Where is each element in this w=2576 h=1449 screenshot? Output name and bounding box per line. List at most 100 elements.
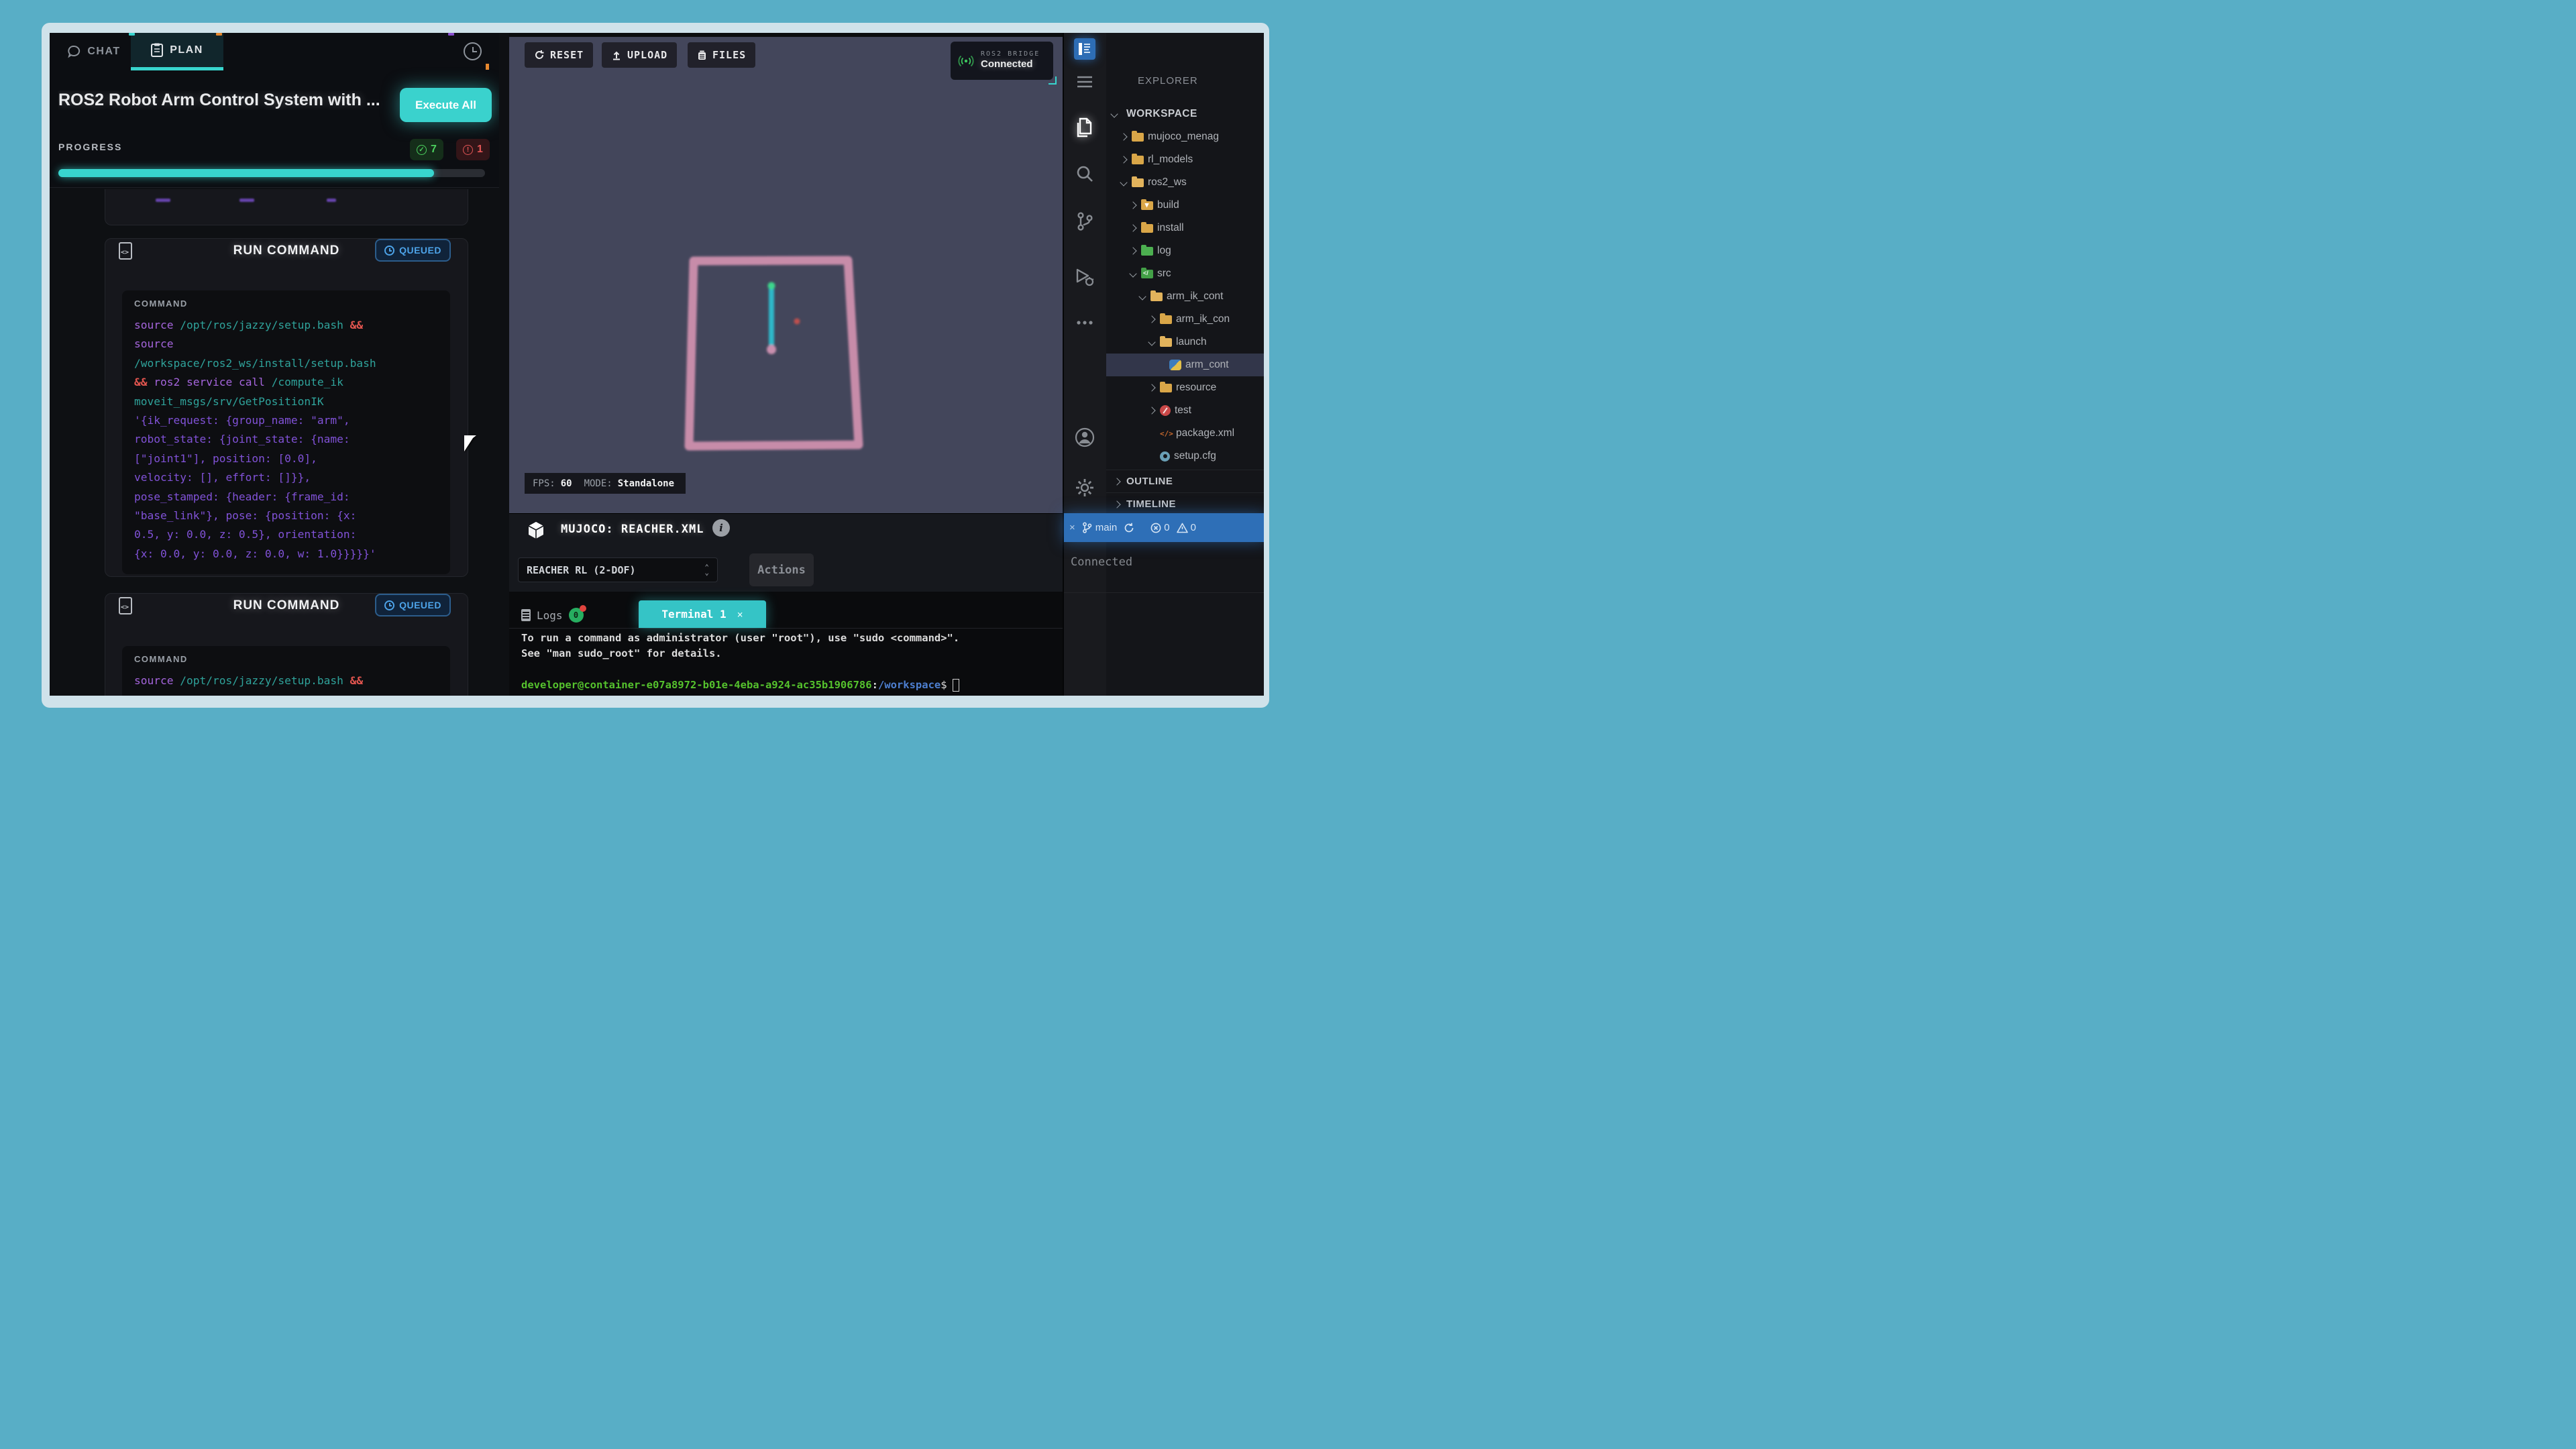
gear-file-icon <box>1160 451 1170 462</box>
settings-gear-icon[interactable] <box>1074 478 1095 498</box>
terminal-line: See "man sudo_root" for details. <box>521 646 1051 661</box>
tab-chat-label: CHAT <box>87 46 120 58</box>
actions-button[interactable]: Actions <box>749 553 814 586</box>
bridge-label: ROS2 BRIDGE <box>981 50 1040 59</box>
tree-item-ros2_ws[interactable]: ros2_ws <box>1106 171 1264 194</box>
tree-item-label: WORKSPACE <box>1126 108 1197 120</box>
activity-bar <box>1064 33 1106 696</box>
command-label: COMMAND <box>134 299 188 309</box>
tree-item-label: setup.cfg <box>1174 450 1216 462</box>
chevron-spacer <box>1148 452 1156 460</box>
tree-item-install[interactable]: install <box>1106 217 1264 239</box>
tree-item-test[interactable]: test <box>1106 399 1264 422</box>
progress-bar-track <box>58 169 485 177</box>
tree-item-WORKSPACE[interactable]: WORKSPACE <box>1106 103 1264 125</box>
logs-tab-label: Logs <box>537 609 563 622</box>
problems-indicator[interactable]: 0 0 <box>1150 522 1196 533</box>
tree-item-label: arm_ik_cont <box>1167 290 1223 303</box>
upload-button[interactable]: UPLOAD <box>602 42 677 68</box>
truncated-step-card <box>105 189 468 225</box>
select-chevrons-icon: ⌃⌄ <box>704 565 709 576</box>
search-icon[interactable] <box>1074 164 1095 183</box>
plan-steps-scroll-area[interactable]: RUN COMMAND QUEUED COMMAND source /opt/r… <box>50 189 499 696</box>
remote-indicator[interactable]: × <box>1069 522 1075 533</box>
folder-icon <box>1132 156 1144 164</box>
upload-label: UPLOAD <box>627 49 667 61</box>
chevron-right-icon <box>1120 156 1128 164</box>
vscode-status-bar: × main 0 0 <box>1064 513 1264 542</box>
tree-item-label: launch <box>1176 336 1207 348</box>
actions-label: Actions <box>757 564 806 577</box>
info-icon[interactable]: i <box>712 519 730 537</box>
command-code[interactable]: source /opt/ros/jazzy/setup.bash &&sourc… <box>134 316 439 564</box>
chevron-spacer <box>1148 429 1156 437</box>
sync-icon[interactable] <box>1124 523 1134 533</box>
layout-sidebar-icon[interactable] <box>1074 38 1095 60</box>
terminal-tab-label: Terminal 1 <box>661 608 726 621</box>
error-circle-icon <box>1150 523 1161 533</box>
outline-section[interactable]: OUTLINE <box>1106 470 1264 492</box>
tab-chat[interactable]: CHAT <box>58 33 129 70</box>
mujoco-canvas[interactable]: RESET UPLOAD FILES ROS2 BRIDGE Connected… <box>509 37 1063 513</box>
branch-indicator[interactable]: main <box>1082 522 1118 533</box>
explorer-files-icon[interactable] <box>1074 117 1095 139</box>
command-label: COMMAND <box>134 654 188 664</box>
tree-item-label: arm_cont <box>1185 359 1229 371</box>
mode-value: Standalone <box>618 478 674 489</box>
tree-item-package.xml[interactable]: </>package.xml <box>1106 422 1264 445</box>
folder-icon <box>1160 315 1172 324</box>
warning-triangle-icon <box>1177 523 1188 533</box>
plan-panel: CHAT PLAN ROS2 Robot Arm Control System … <box>50 33 499 696</box>
tree-item-arm_cont[interactable]: arm_cont <box>1106 354 1264 376</box>
account-icon[interactable] <box>1074 427 1095 447</box>
chevron-right-icon <box>1113 478 1121 486</box>
corner-bracket-decoration <box>1049 76 1057 85</box>
reset-button[interactable]: RESET <box>525 42 593 68</box>
chevron-right-icon <box>1129 201 1137 209</box>
tree-item-rl_models[interactable]: rl_models <box>1106 148 1264 171</box>
tree-item-src[interactable]: src <box>1106 262 1264 285</box>
menu-icon[interactable] <box>1074 76 1095 88</box>
tree-item-label: ros2_ws <box>1148 176 1187 189</box>
blurred-code-dash <box>239 199 254 202</box>
folder-icon <box>1141 224 1153 233</box>
terminal-output[interactable]: To run a command as administrator (user … <box>521 631 1051 693</box>
timeline-section[interactable]: TIMELINE <box>1106 492 1264 515</box>
cube-icon <box>527 521 545 540</box>
progress-label: PROGRESS <box>58 142 122 152</box>
queued-clock-icon <box>384 600 394 610</box>
queued-status-badge: QUEUED <box>375 239 451 262</box>
tree-item-mujoco_menag[interactable]: mujoco_menag <box>1106 125 1264 148</box>
tree-item-launch[interactable]: launch <box>1106 331 1264 354</box>
history-clock-icon[interactable] <box>464 42 482 60</box>
tree-item-build[interactable]: build <box>1106 194 1264 217</box>
logs-tab[interactable]: Logs 0 <box>521 604 584 627</box>
chevron-spacer <box>1157 361 1165 369</box>
chevron-down-icon <box>1148 338 1156 346</box>
plan-title: ROS2 Robot Arm Control System with ... <box>58 91 397 110</box>
close-icon[interactable]: × <box>737 608 743 621</box>
more-ellipsis-icon[interactable] <box>1074 320 1095 325</box>
tree-item-label: log <box>1157 245 1171 257</box>
files-button[interactable]: FILES <box>688 42 755 68</box>
chevron-right-icon <box>1129 247 1137 255</box>
tab-plan[interactable]: PLAN <box>131 33 223 70</box>
queued-status-badge: QUEUED <box>375 594 451 616</box>
python-icon <box>1169 360 1181 370</box>
artifact-dash-orange <box>216 33 222 36</box>
tree-item-resource[interactable]: resource <box>1106 376 1264 399</box>
model-select-dropdown[interactable]: REACHER RL (2-DOF) ⌃⌄ <box>518 557 718 582</box>
command-code[interactable]: source /opt/ros/jazzy/setup.bash &&sourc… <box>134 672 439 696</box>
tree-item-log[interactable]: log <box>1106 239 1264 262</box>
reset-label: RESET <box>550 49 584 61</box>
tree-item-label: rl_models <box>1148 154 1193 166</box>
source-control-icon[interactable] <box>1074 211 1095 231</box>
tree-item-setup.cfg[interactable]: setup.cfg <box>1106 445 1264 468</box>
tree-item-arm_ik_con[interactable]: arm_ik_con <box>1106 308 1264 331</box>
execute-all-button[interactable]: Execute All <box>400 88 492 122</box>
tree-item-arm_ik_cont[interactable]: arm_ik_cont <box>1106 285 1264 308</box>
terminal-1-tab[interactable]: Terminal 1 × <box>639 600 766 628</box>
warning-count: 0 <box>1191 522 1196 533</box>
run-debug-icon[interactable] <box>1074 268 1095 288</box>
plan-panel-header: CHAT PLAN ROS2 Robot Arm Control System … <box>50 33 499 188</box>
